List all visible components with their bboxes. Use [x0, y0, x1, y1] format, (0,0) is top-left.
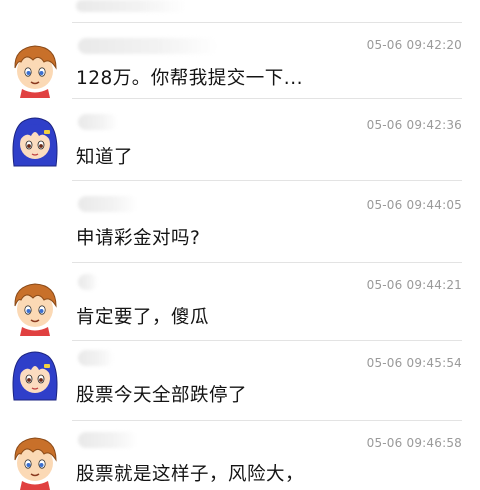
sender-name-blurred [78, 350, 114, 366]
chat-message-list[interactable]: 05-06 09:42:20 128万。你帮我提交一下... 05-06 09:… [0, 0, 480, 490]
sender-name-blurred [78, 274, 98, 290]
sender-name-blurred [78, 432, 138, 448]
sender-name-blurred [78, 38, 218, 54]
message-timestamp: 05-06 09:44:05 [366, 198, 462, 212]
message-text[interactable]: 申请彩金对吗? [76, 224, 200, 250]
sender-name-blurred [78, 196, 138, 212]
message-text[interactable]: 知道了 [76, 143, 133, 169]
message-text[interactable]: 肯定要了，傻瓜 [76, 303, 209, 329]
message-text[interactable]: 股票今天全部跌停了 [76, 381, 247, 407]
message-text[interactable]: 股票就是这样子，风险大， [76, 460, 304, 486]
message-timestamp: 05-06 09:42:20 [366, 38, 462, 52]
message-divider [72, 98, 462, 99]
boy-avatar-icon[interactable] [6, 432, 64, 490]
message-divider [72, 22, 462, 23]
sender-name-blurred [76, 0, 186, 12]
message-text[interactable]: 128万。你帮我提交一下... [76, 64, 303, 90]
message-timestamp: 05-06 09:45:54 [366, 356, 462, 370]
girl-avatar-icon[interactable] [6, 112, 64, 170]
message-timestamp: 05-06 09:46:58 [366, 436, 462, 450]
sender-name-blurred [78, 114, 118, 130]
message-timestamp: 05-06 09:42:36 [366, 118, 462, 132]
boy-avatar-icon[interactable] [6, 40, 64, 98]
message-divider [72, 340, 462, 341]
message-divider [72, 420, 462, 421]
boy-avatar-icon[interactable] [6, 278, 64, 336]
message-divider [72, 180, 462, 181]
girl-avatar-icon[interactable] [6, 346, 64, 404]
message-divider [72, 262, 462, 263]
message-timestamp: 05-06 09:44:21 [366, 278, 462, 292]
